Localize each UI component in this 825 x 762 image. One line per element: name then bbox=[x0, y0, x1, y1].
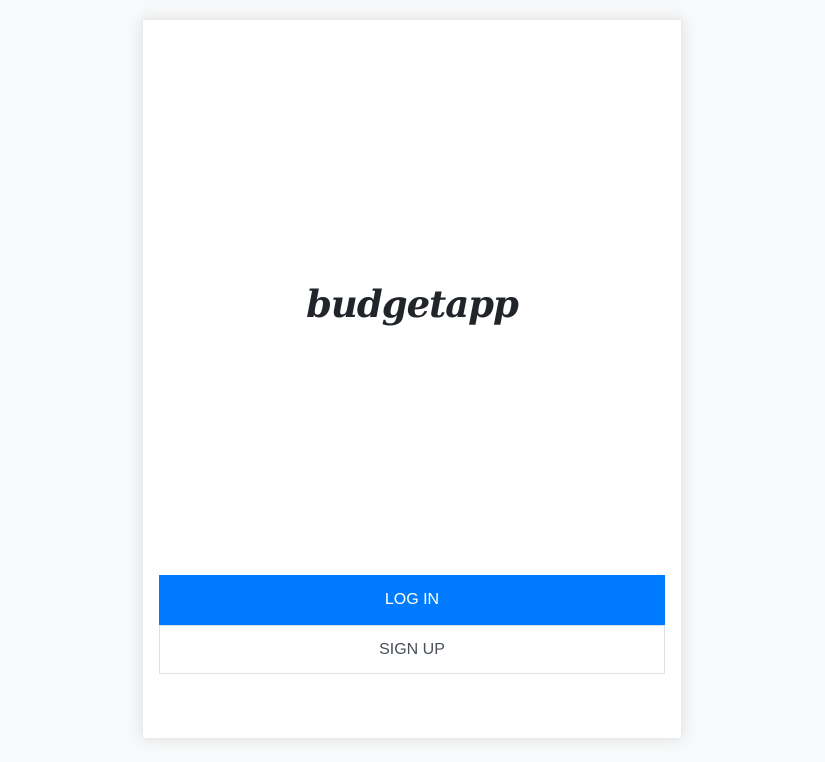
app-logo: budgetapp bbox=[306, 282, 519, 326]
signup-button[interactable]: SIGN UP bbox=[159, 625, 665, 674]
landing-card: budgetapp LOG IN SIGN UP bbox=[142, 19, 682, 739]
login-button[interactable]: LOG IN bbox=[159, 575, 665, 625]
